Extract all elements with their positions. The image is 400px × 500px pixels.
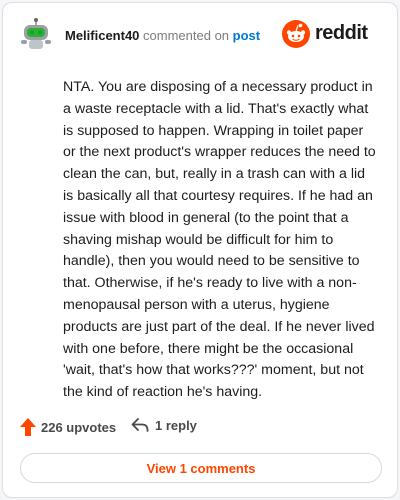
reply-count: 1 reply [155, 417, 197, 433]
upvote-button[interactable]: 226 upvotes [19, 417, 116, 437]
commented-on-text: commented on [143, 28, 230, 43]
reply-button[interactable]: 1 reply [131, 417, 197, 433]
upvote-arrow-icon [20, 418, 36, 436]
reddit-alien-icon [282, 20, 310, 48]
comment-header: Melificent40 commented on post reddit [21, 18, 381, 54]
reddit-logo: reddit [281, 19, 381, 49]
username-link[interactable]: Melificent40 [65, 28, 139, 43]
comment-footer: 226 upvotes 1 reply [19, 417, 381, 441]
comment-card: Melificent40 commented on post reddit NT… [2, 2, 398, 498]
post-link[interactable]: post [233, 28, 260, 43]
comment-body: NTA. You are disposing of a necessary pr… [63, 79, 376, 401]
robot-avatar-icon[interactable] [21, 18, 51, 50]
reply-arrow-icon [131, 418, 149, 432]
reddit-wordmark: reddit [315, 22, 368, 44]
comment-byline: Melificent40 commented on post [65, 28, 260, 43]
upvote-count: 226 upvotes [41, 419, 117, 435]
view-comments-button[interactable]: View 1 comments [20, 453, 382, 483]
